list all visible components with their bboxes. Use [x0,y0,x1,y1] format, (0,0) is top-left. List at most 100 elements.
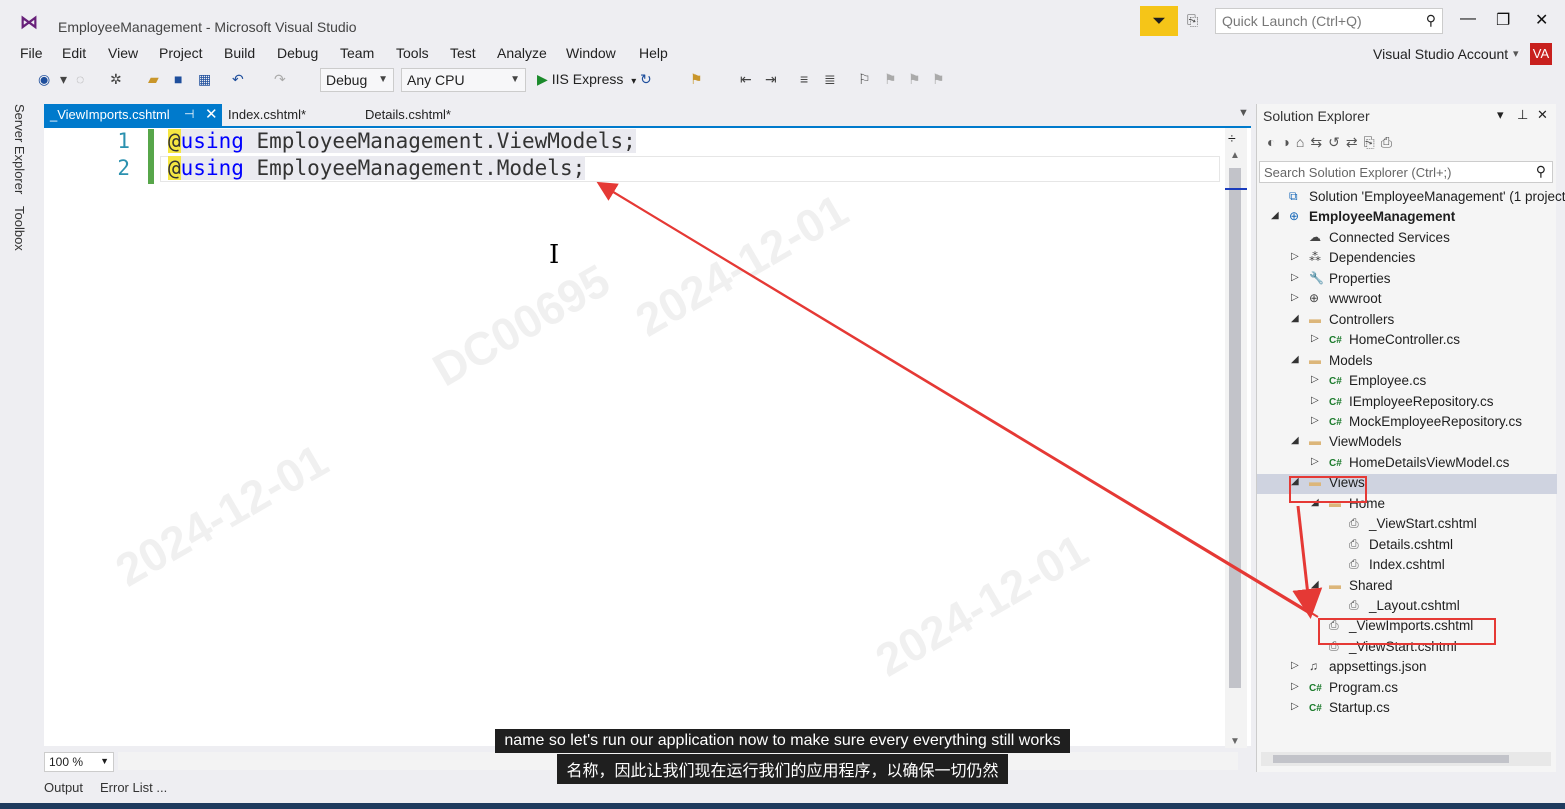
menu-test[interactable]: Test [450,45,476,61]
tree-item[interactable]: ▷ 🔧 Properties [1257,270,1557,290]
tree-item[interactable]: ⧉ Solution 'EmployeeManagement' (1 projec… [1257,188,1565,208]
menu-edit[interactable]: Edit [62,45,86,61]
tree-item[interactable]: ▷ C# MockEmployeeRepository.cs [1257,413,1557,433]
uncomment-icon[interactable]: ≣ [824,71,836,88]
collapse-icon[interactable]: ◢ [1311,579,1319,590]
configuration-select[interactable]: Debug ▼ [320,68,394,92]
avatar[interactable]: VA [1530,43,1552,65]
forward-icon[interactable]: ◌ [76,71,84,87]
menu-tools[interactable]: Tools [396,45,429,61]
solution-search-input[interactable]: Search Solution Explorer (Ctrl+;) ⚲ [1259,161,1553,183]
tree-item[interactable]: ▷ C# Startup.cs [1257,699,1557,719]
save-icon[interactable]: ■ [174,71,182,87]
outdent-icon[interactable]: ⇤ [740,71,752,88]
feedback-icon[interactable]: ⎘ [1187,12,1198,29]
platform-select[interactable]: Any CPU ▼ [401,68,526,92]
menu-file[interactable]: File [20,45,43,61]
menu-debug[interactable]: Debug [277,45,318,61]
scroll-up-icon[interactable]: ▲ [1230,150,1240,161]
menu-project[interactable]: Project [159,45,203,61]
indent-icon[interactable]: ⇥ [765,71,777,88]
menu-view[interactable]: View [108,45,138,61]
solution-explorer-toolbar[interactable]: ◐◑⌂⇆↺⇄⎘⎙ [1267,134,1398,151]
account-link[interactable]: Visual Studio Account [1373,46,1508,62]
code-line[interactable]: @using EmployeeManagement.ViewModels; [168,129,636,153]
toolbox-tab[interactable]: Toolbox [12,206,27,251]
code-line[interactable]: @using EmployeeManagement.Models; [168,156,586,180]
notifications-icon[interactable]: ⏷ [1140,6,1178,36]
save-all-icon[interactable]: ▦ [198,71,211,88]
tree-item[interactable]: ◢ ▬ Shared [1257,577,1557,597]
tree-item[interactable]: ◢ ▬ ViewModels [1257,433,1557,453]
tree-item[interactable]: ☁ Connected Services [1257,229,1557,249]
expand-icon[interactable]: ▷ [1311,456,1319,467]
expand-icon[interactable]: ▷ [1311,415,1319,426]
restore-button[interactable]: ❐ [1496,10,1510,30]
pin-icon[interactable]: ⊥ [1517,107,1528,123]
quick-launch-input[interactable]: Quick Launch (Ctrl+Q) ⚲ [1215,8,1443,34]
tab-list-dropdown-icon[interactable]: ▼ [1238,107,1249,119]
expand-icon[interactable]: ▷ [1291,272,1299,283]
collapse-icon[interactable]: ◢ [1291,435,1299,446]
expand-icon[interactable]: ▷ [1291,292,1299,303]
tree-item[interactable]: ▷ C# HomeDetailsViewModel.cs [1257,454,1557,474]
prev-bookmark-icon[interactable]: ⚑ [884,71,897,88]
close-button[interactable]: ✕ [1535,10,1548,30]
undo-icon[interactable]: ↶ [232,71,244,88]
tree-item[interactable]: ◢ ⊕ EmployeeManagement [1257,208,1557,228]
tree-item[interactable]: ⎙ Details.cshtml [1257,536,1557,556]
open-file-icon[interactable]: ▰ [148,71,159,88]
menu-window[interactable]: Window [566,45,616,61]
tree-item[interactable]: ◢ ▬ Models [1257,352,1557,372]
next-bookmark-icon[interactable]: ⚑ [908,71,921,88]
scrollbar-thumb[interactable] [1229,168,1241,688]
tab-index[interactable]: Index.cshtml* [222,104,312,126]
expand-icon[interactable]: ▷ [1291,681,1299,692]
tree-item[interactable]: ▷ ⁂ Dependencies [1257,249,1557,269]
back-icon[interactable]: ◉ [38,71,50,88]
tree-item[interactable]: ▷ C# Program.cs [1257,679,1557,699]
browse-icon[interactable]: ⚑ [690,71,703,88]
vertical-scrollbar[interactable]: ÷ ▲ ▼ [1225,128,1247,748]
tree-item[interactable]: ⎙ _ViewStart.cshtml [1257,515,1557,535]
expand-icon[interactable]: ▷ [1291,251,1299,262]
run-button[interactable]: ▶ IIS Express ▾ [537,71,636,88]
new-project-icon[interactable]: ✲ [110,71,122,88]
chevron-down-icon[interactable]: ▾ [1513,47,1519,60]
tree-item[interactable]: ▷ C# HomeController.cs [1257,331,1557,351]
menu-build[interactable]: Build [224,45,255,61]
menu-analyze[interactable]: Analyze [497,45,547,61]
menu-team[interactable]: Team [340,45,374,61]
collapse-icon[interactable]: ◢ [1291,313,1299,324]
tree-item[interactable]: ⎙ _Layout.cshtml [1257,597,1557,617]
code-editor[interactable]: DC00695 2024-12-01 2024-12-01 2024-12-01… [44,126,1251,748]
expand-icon[interactable]: ▷ [1311,333,1319,344]
collapse-icon[interactable]: ◢ [1291,354,1299,365]
pin-icon[interactable]: ⊣ [184,107,194,121]
collapse-icon[interactable]: ◢ [1271,210,1279,221]
expand-icon[interactable]: ▷ [1311,395,1319,406]
minimize-button[interactable]: — [1460,10,1476,28]
tree-item[interactable]: ▷ C# Employee.cs [1257,372,1557,392]
dropdown-icon[interactable]: ▾ [60,71,67,88]
refresh-icon[interactable]: ↻ [640,71,652,88]
bookmark-icon[interactable]: ⚐ [858,71,871,88]
server-explorer-tab[interactable]: Server Explorer [12,104,27,194]
tree-item[interactable]: ▷ ♫ appsettings.json [1257,658,1557,678]
expand-icon[interactable]: ▷ [1291,660,1299,671]
close-icon[interactable]: ✕ [1537,107,1548,123]
comment-icon[interactable]: ≡ [800,71,808,87]
clear-bookmarks-icon[interactable]: ⚑ [932,71,945,88]
tree-item[interactable]: ◢ ▬ Controllers [1257,311,1557,331]
tree-item[interactable]: ▷ ⊕ wwwroot [1257,290,1557,310]
tree-item[interactable]: ▷ C# IEmployeeRepository.cs [1257,393,1557,413]
tab-viewimports[interactable]: _ViewImports.cshtml ⊣ ✕ [44,104,222,126]
expand-icon[interactable]: ▷ [1291,701,1299,712]
redo-icon[interactable]: ↷ [274,71,286,88]
window-position-icon[interactable]: ▾ [1497,107,1504,123]
tab-details[interactable]: Details.cshtml* [359,104,457,126]
tree-item[interactable]: ⎙ Index.cshtml [1257,556,1557,576]
expand-icon[interactable]: ▷ [1311,374,1319,385]
menu-help[interactable]: Help [639,45,668,61]
close-icon[interactable]: ✕ [205,105,218,123]
